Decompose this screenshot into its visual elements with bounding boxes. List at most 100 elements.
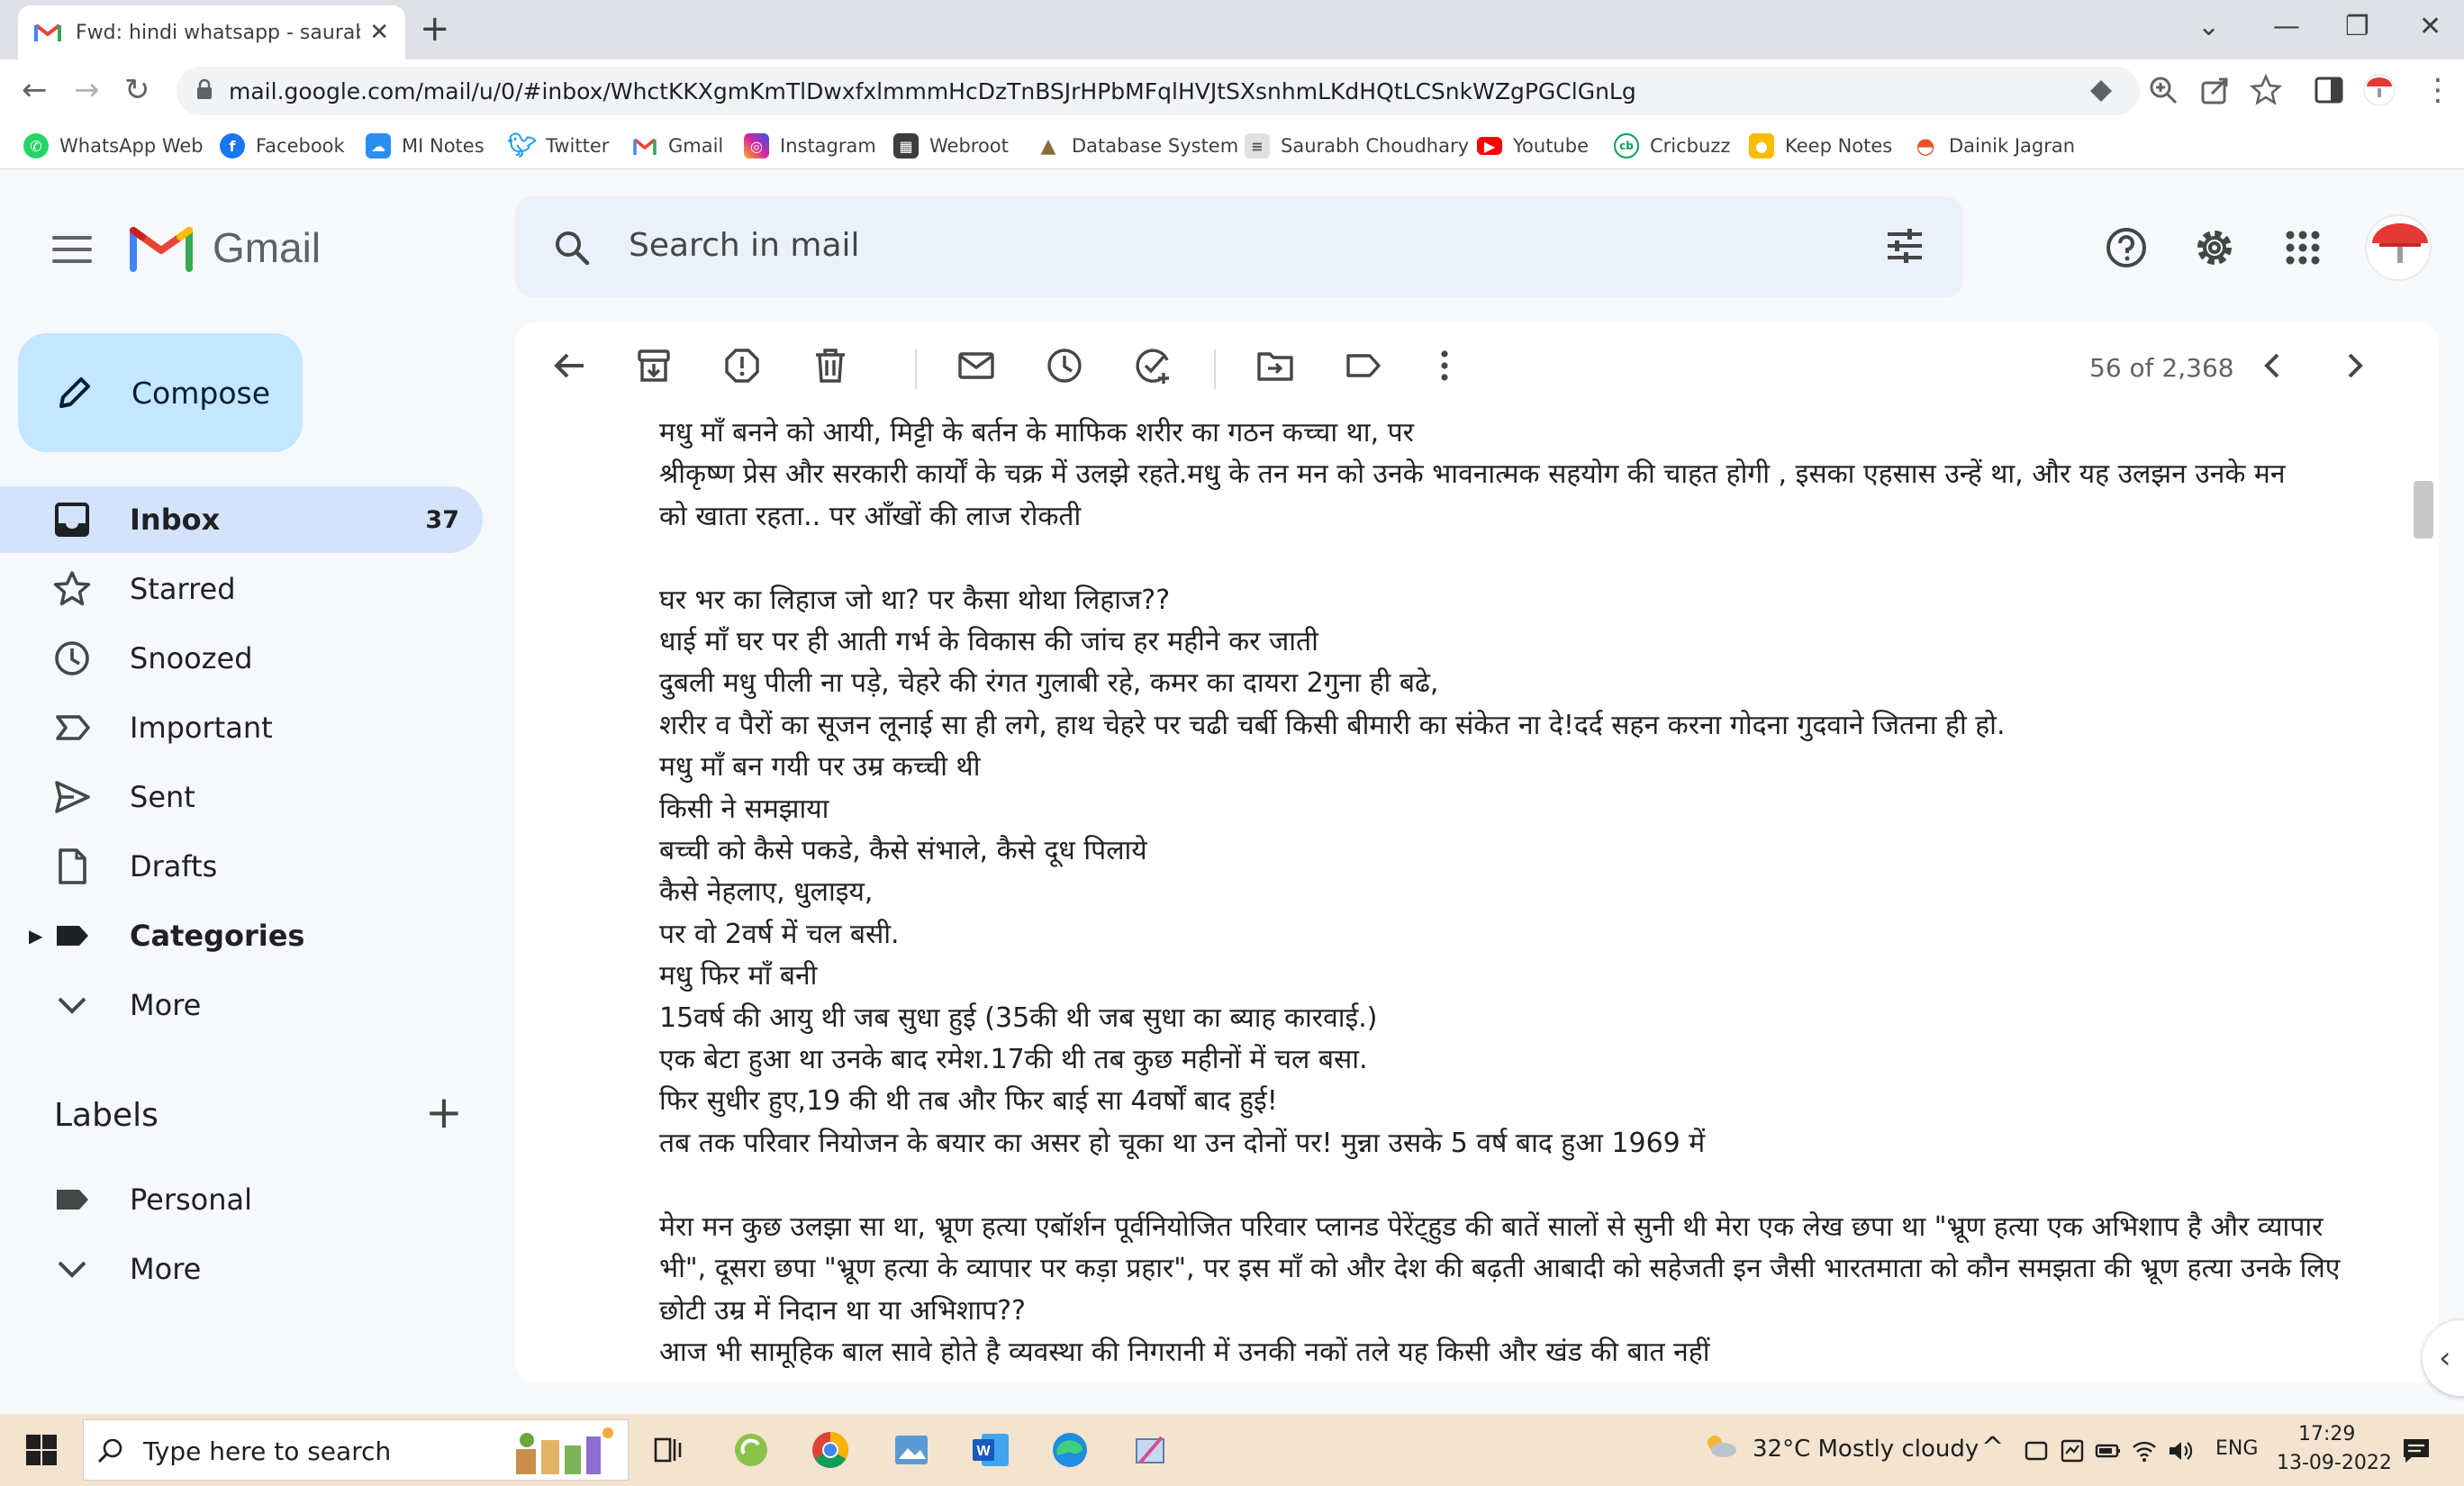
main-menu-icon[interactable] [52,236,92,263]
gmail-logo-icon[interactable] [130,222,193,272]
share-icon[interactable] [2199,74,2232,106]
bookmark-instagram[interactable]: ◎ Instagram [744,131,876,160]
delete-icon[interactable] [811,346,850,385]
battery-icon[interactable] [2095,1437,2122,1464]
back-icon[interactable]: ← [22,72,48,108]
sidebar-item-categories[interactable]: ▶ Categories [0,902,483,969]
browser-tab[interactable]: Fwd: hindi whatsapp - saurabhch ✕ [18,5,405,59]
sidebar-item-inbox[interactable]: Inbox 37 [0,486,483,553]
snipping-tool-icon[interactable] [1128,1427,1174,1473]
sidebar-item-snoozed[interactable]: Snoozed [0,625,483,692]
message-line: शरीर व पैरों का सूजन लूनाई सा ही लगे, हा… [659,709,2006,741]
new-tab-icon[interactable]: + [420,11,450,47]
search-options-icon[interactable] [1882,223,1927,268]
search-input[interactable] [629,218,1709,272]
volume-icon[interactable] [2167,1437,2194,1464]
message-line: पर वो 2वर्ष में चल बसी. [659,918,900,950]
bookmark-dainik-jagran[interactable]: ◓ Dainik Jagran [1913,131,2076,160]
message-line: मेरा मन कुछ उलझा सा था, भ्रूण हत्या एबॉर… [659,1210,2324,1243]
weather-cloud-icon[interactable] [1702,1432,1738,1459]
task-view-icon[interactable] [645,1427,692,1473]
side-panel-icon[interactable] [2313,74,2345,106]
back-to-inbox-icon[interactable] [549,346,589,385]
clock-date[interactable]: 13-09-2022 [2277,1452,2392,1474]
apps-grid-icon[interactable] [2280,225,2325,270]
more-options-icon[interactable] [1425,346,1464,385]
bookmark-saurabh-choudhary[interactable]: ≡ Saurabh Choudhary [1245,131,1469,160]
taskbar-search-box[interactable]: Type here to search [83,1419,629,1481]
chrome-menu-icon[interactable]: ⋮ [2423,72,2453,108]
tray-chevron-up-icon[interactable]: ^ [1981,1432,2004,1463]
bookmark-gmail[interactable]: Gmail [632,131,723,160]
windows-start-icon[interactable] [25,1434,58,1466]
notifications-icon[interactable] [2401,1436,2432,1466]
chrome-taskbar-icon[interactable] [807,1427,854,1473]
zoom-icon[interactable] [2147,74,2179,106]
bookmark-webroot[interactable]: ▦ Webroot [893,131,1009,160]
edge-app-icon[interactable] [1046,1427,1093,1473]
message-line: मधु माँ बन गयी पर उम्र कच्ची थी [659,751,981,784]
tab-search-chevron-icon[interactable]: ⌄ [2197,11,2220,42]
svg-text:W: W [976,1444,991,1459]
older-chevron-right-icon[interactable] [2334,346,2374,385]
sidebar-item-sent[interactable]: Sent [0,764,483,830]
help-icon[interactable] [2104,225,2149,270]
browser-tab-strip: Fwd: hindi whatsapp - saurabhch ✕ + ⌄ — … [0,0,2464,59]
address-bar[interactable]: mail.google.com/mail/u/0/#inbox/WhctKKXg… [177,67,2140,115]
forward-icon[interactable]: → [74,72,100,108]
newer-chevron-left-icon[interactable] [2253,346,2293,385]
sidebar-item-important[interactable]: Important [0,694,483,761]
bookmark-database-system[interactable]: ▲ Database System [1036,131,1239,160]
pencil-icon [59,377,90,408]
compose-button[interactable]: Compose [18,333,303,452]
wifi-icon[interactable] [2131,1437,2158,1464]
move-to-icon[interactable] [1255,346,1295,385]
instagram-icon: ◎ [744,133,769,159]
message-line: बच्ची को कैसे पकडे, कैसे संभाले, कैसे दू… [659,835,1147,867]
message-line: 15वर्ष की आयु थी जब सुधा हुई (35की थी जब… [659,1001,1378,1034]
mark-unread-icon[interactable] [956,346,996,385]
expand-arrow-icon[interactable]: ▶ [29,925,42,947]
settings-gear-icon[interactable] [2192,225,2237,270]
profile-avatar-icon[interactable] [2363,74,2396,106]
bookmark-youtube[interactable]: ▶ Youtube [1477,131,1589,160]
message-body: मधु माँ बनने को आयी, मिट्टी के बर्तन के … [659,412,2352,1376]
sidebar-item-starred[interactable]: Starred [0,556,483,622]
sidebar-item-drafts[interactable]: Drafts [0,833,483,900]
window-close-icon[interactable]: ✕ [2419,11,2441,42]
word-app-icon[interactable]: W [967,1427,1014,1473]
chevron-left-icon: ‹ [2439,1340,2451,1376]
restore-icon[interactable]: ❐ [2345,11,2369,42]
meet-now-icon[interactable] [2023,1437,2050,1464]
reload-icon[interactable]: ↻ [124,72,150,108]
mi-notes-icon: ☁ [366,133,391,159]
bookmark-keep-notes[interactable]: ● Keep Notes [1749,131,1892,160]
sidebar-item-more[interactable]: More [0,972,483,1038]
bookmark-cricbuzz[interactable]: cb Cricbuzz [1614,131,1730,160]
clock-time[interactable]: 17:29 [2298,1423,2355,1445]
sidebar-item-personal[interactable]: Personal [0,1166,483,1233]
search-icon[interactable] [551,227,593,268]
add-label-icon[interactable]: + [425,1090,463,1135]
bookmark-twitter[interactable]: 🐦︎ Twitter [508,131,610,160]
report-spam-icon[interactable] [722,346,762,385]
site-settings-icon[interactable] [2086,76,2116,106]
launcher-app-icon[interactable] [728,1427,775,1473]
sidebar-item-labels-more[interactable]: More [0,1236,483,1302]
bookmark-star-icon[interactable] [2250,74,2282,106]
language-indicator[interactable]: ENG [2215,1437,2258,1460]
snooze-icon[interactable] [1045,346,1084,385]
scrollbar-thumb[interactable] [2414,481,2433,539]
bookmark-mi-notes[interactable]: ☁ MI Notes [366,131,485,160]
weather-text[interactable]: 32°C Mostly cloudy [1753,1436,1979,1463]
labels-icon[interactable] [1344,346,1383,385]
minimize-icon[interactable]: — [2273,11,2300,42]
bookmark-whatsapp[interactable]: ✆ WhatsApp Web [23,131,204,160]
bookmark-facebook[interactable]: f Facebook [220,131,345,160]
task-manager-icon[interactable] [2059,1437,2086,1464]
add-to-tasks-icon[interactable] [1133,346,1173,385]
tab-close-icon[interactable]: ✕ [369,19,389,46]
archive-icon[interactable] [634,346,674,385]
account-avatar[interactable] [2365,214,2432,281]
photos-app-icon[interactable] [888,1427,935,1473]
